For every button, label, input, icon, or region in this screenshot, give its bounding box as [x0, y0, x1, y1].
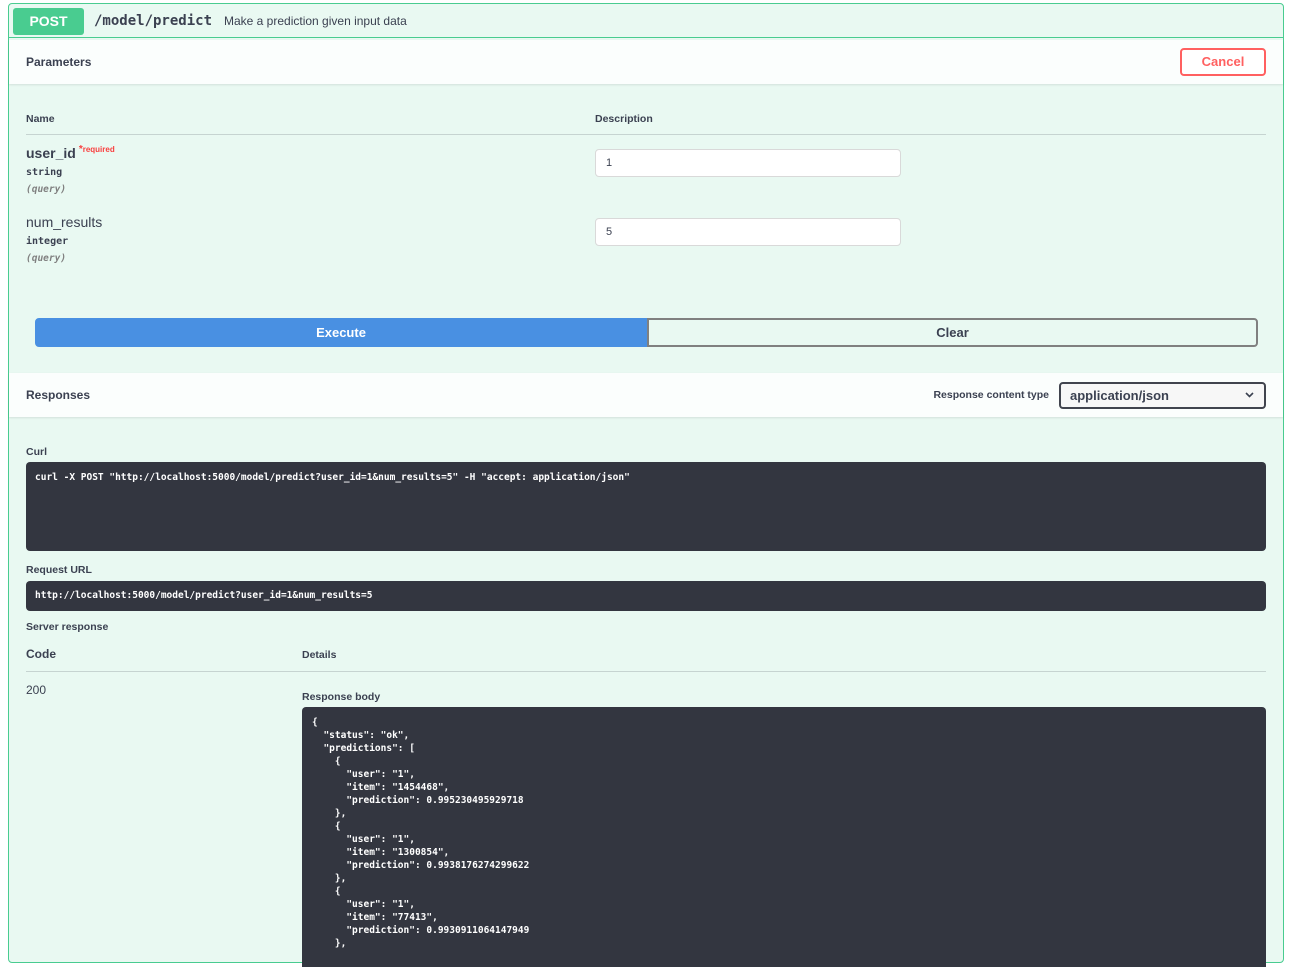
- parameters-title: Parameters: [26, 55, 92, 69]
- method-badge: POST: [13, 8, 84, 35]
- content-type-value: application/json: [1070, 388, 1169, 403]
- response-status-code: 200: [26, 683, 47, 697]
- operation-block-post-model-predict: POST /model/predict Make a prediction gi…: [8, 3, 1284, 967]
- required-text: required: [82, 145, 115, 154]
- execute-wrapper: Execute Clear: [35, 318, 1258, 347]
- cancel-button[interactable]: Cancel: [1180, 48, 1266, 76]
- response-content-type-select[interactable]: application/json: [1059, 382, 1266, 409]
- operation-summary[interactable]: POST /model/predict Make a prediction gi…: [9, 4, 1283, 38]
- details-column-header: Details: [302, 649, 337, 661]
- param-num-results-name: num_results: [26, 214, 103, 230]
- param-user-id-type: string: [26, 167, 63, 178]
- num-results-input[interactable]: [595, 218, 901, 246]
- responses-title: Responses: [26, 388, 91, 402]
- execute-button[interactable]: Execute: [35, 318, 647, 347]
- server-response-label: Server response: [26, 621, 109, 633]
- curl-command: curl -X POST "http://localhost:5000/mode…: [26, 462, 1266, 551]
- chevron-down-icon: [1244, 384, 1255, 416]
- operation-path: /model/predict: [94, 13, 213, 29]
- column-name-header: Name: [26, 113, 55, 125]
- request-url-label: Request URL: [26, 564, 92, 576]
- param-num-results-type: integer: [26, 236, 69, 247]
- request-url: http://localhost:5000/model/predict?user…: [26, 581, 1266, 611]
- operation-description: Make a prediction given input data: [224, 14, 407, 28]
- column-description-header: Description: [595, 113, 653, 125]
- curl-label: Curl: [26, 446, 47, 458]
- user-id-input[interactable]: [595, 149, 901, 177]
- response-body-label: Response body: [302, 691, 381, 703]
- param-user-id-label: user_id: [26, 145, 76, 161]
- param-user-id-name: user_id *required: [26, 144, 115, 161]
- response-body: { "status": "ok", "predictions": [ { "us…: [302, 707, 1266, 967]
- code-column-header: Code: [26, 647, 56, 661]
- divider: [26, 134, 1266, 135]
- responses-header: Responses Response content type applicat…: [9, 373, 1283, 417]
- parameters-header: Parameters Cancel: [9, 40, 1283, 84]
- response-divider: [26, 671, 1266, 672]
- clear-button[interactable]: Clear: [647, 318, 1258, 347]
- param-num-results-location: (query): [26, 253, 67, 264]
- param-user-id-location: (query): [26, 184, 67, 195]
- response-content-type-label: Response content type: [933, 389, 1049, 401]
